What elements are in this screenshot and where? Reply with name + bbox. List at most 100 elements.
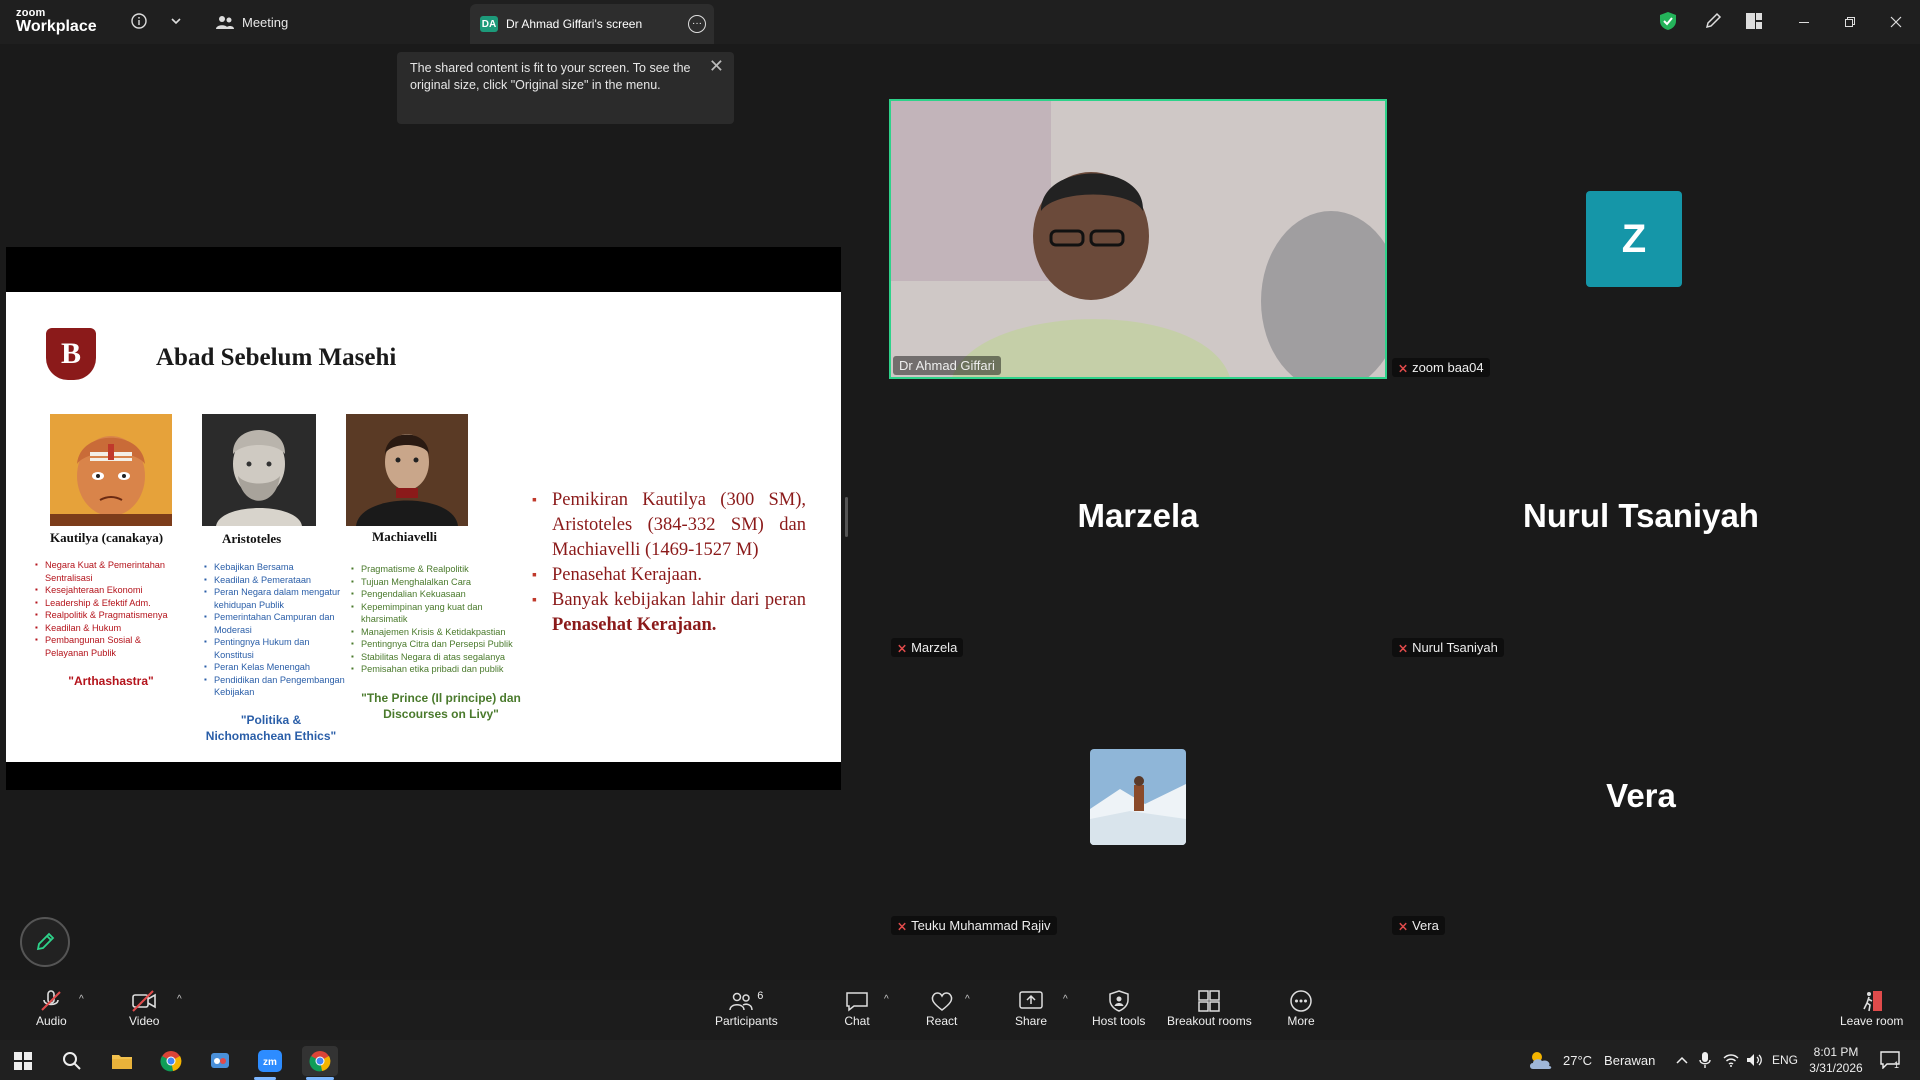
aristoteles-bullet: Peran Negara dalam mengatur kehidupan Pu… <box>204 586 350 611</box>
zoom-baa04-name-tag: ⨯ zoom baa04 <box>1392 358 1490 377</box>
notifications-icon[interactable]: 1 <box>1880 1040 1900 1080</box>
snipping-tool-icon[interactable] <box>202 1046 238 1076</box>
vera-tile[interactable]: Vera ⨯ Vera <box>1392 660 1890 936</box>
slide-logo: B <box>46 328 96 380</box>
video-button[interactable]: Video <box>129 988 159 1028</box>
react-options-caret-icon[interactable]: ^ <box>965 994 970 1005</box>
shared-screen-label: Dr Ahmad Giffari's screen <box>506 17 643 31</box>
speaker-name: Dr Ahmad Giffari <box>899 358 995 373</box>
tray-overflow-icon[interactable] <box>1675 1040 1689 1080</box>
participants-button[interactable]: 6 Participants <box>715 988 778 1028</box>
key-point: Banyak kebijakan lahir dari peran Penase… <box>532 588 806 638</box>
annotate-pen-icon[interactable] <box>1702 10 1724 32</box>
shield-check-icon[interactable] <box>1657 10 1679 32</box>
react-button[interactable]: React <box>926 988 957 1028</box>
view-layout-icon[interactable] <box>1743 10 1765 32</box>
restore-icon[interactable] <box>1838 10 1862 34</box>
kautilya-bullet: Pembangunan Sosial & Pelayanan Publik <box>35 634 180 659</box>
slide-key-points: Pemikiran Kautilya (300 SM), Aristoteles… <box>532 488 806 638</box>
wifi-icon[interactable] <box>1723 1040 1739 1080</box>
react-label: React <box>926 1014 958 1028</box>
participant-name: Vera <box>1412 918 1439 933</box>
share-label: Share <box>1015 1014 1048 1028</box>
participant-big-name: Nurul Tsaniyah <box>1523 497 1759 534</box>
zoom-baa04-tile[interactable]: Z ⨯ zoom baa04 <box>1392 99 1890 379</box>
split-divider[interactable] <box>845 497 848 537</box>
breakout-rooms-icon <box>1195 988 1223 1014</box>
participants-icon: 6 <box>716 988 776 1014</box>
share-options-caret-icon[interactable]: ^ <box>1063 994 1068 1005</box>
more-options-icon[interactable]: ··· <box>688 15 706 33</box>
close-icon[interactable] <box>1884 10 1908 34</box>
zoom-app-icon[interactable]: zm <box>252 1046 288 1076</box>
video-label: Video <box>129 1014 160 1028</box>
speaker-video-tile[interactable]: Dr Ahmad Giffari <box>889 99 1387 379</box>
share-screen-icon <box>1017 988 1045 1014</box>
aristoteles-portrait <box>202 414 316 526</box>
shared-screen-tab[interactable]: DA Dr Ahmad Giffari's screen ··· <box>470 4 714 44</box>
mic-muted-icon: ⨯ <box>897 918 908 933</box>
volume-icon[interactable] <box>1746 1040 1764 1080</box>
audio-options-caret-icon[interactable]: ^ <box>79 994 84 1005</box>
microphone-tray-icon[interactable] <box>1699 1040 1711 1080</box>
marzela-tile[interactable]: Marzela ⨯ Marzela <box>889 382 1387 658</box>
chrome-icon[interactable] <box>153 1046 189 1076</box>
breakout-rooms-button[interactable]: Breakout rooms <box>1167 988 1252 1028</box>
breakout-rooms-label: Breakout rooms <box>1167 1014 1252 1028</box>
participant-name: Teuku Muhammad Rajiv <box>911 918 1051 933</box>
participant-big-name: Vera <box>1606 777 1676 814</box>
participant-big-name: Marzela <box>1077 497 1199 534</box>
kautilya-portrait <box>50 414 172 526</box>
avatar: Z <box>1586 191 1682 287</box>
react-heart-icon <box>928 988 956 1014</box>
slide-title: Abad Sebelum Masehi <box>156 344 397 371</box>
tooltip-text: The shared content is fit to your screen… <box>410 61 691 92</box>
tooltip-close-icon[interactable]: ✕ <box>709 57 724 75</box>
fit-screen-tooltip: The shared content is fit to your screen… <box>397 52 734 124</box>
machiavelli-name: Machiavelli <box>372 529 437 544</box>
mic-muted-icon: ⨯ <box>897 640 908 655</box>
chevron-down-icon[interactable] <box>165 10 187 32</box>
input-language[interactable]: ENG <box>1772 1040 1798 1080</box>
people-icon <box>216 16 234 29</box>
search-icon[interactable] <box>54 1046 90 1076</box>
machiavelli-quote: "The Prince (Il principe) dan Discourses… <box>361 691 521 721</box>
sharer-initials-badge: DA <box>480 16 498 32</box>
minimize-icon[interactable] <box>1792 10 1816 34</box>
kautilya-bullets: Negara Kuat & Pemerintahan Sentralisasi … <box>35 559 180 659</box>
kautilya-bullet: Realpolitik & Pragmatismenya <box>35 609 180 622</box>
video-off-icon <box>130 988 158 1014</box>
shared-screen-area[interactable]: B Abad Sebelum Masehi Kautilya (canakaya… <box>6 247 841 790</box>
host-tools-label: Host tools <box>1092 1014 1146 1028</box>
host-shield-icon <box>1105 988 1133 1014</box>
slide-logo-letter: B <box>60 337 81 370</box>
annotate-float-button[interactable] <box>20 917 70 967</box>
file-explorer-icon[interactable] <box>104 1046 140 1076</box>
video-options-caret-icon[interactable]: ^ <box>177 994 182 1005</box>
logo-line2: Workplace <box>16 18 97 35</box>
chrome-active-icon[interactable] <box>302 1046 338 1076</box>
teuku-tile[interactable]: ⨯ Teuku Muhammad Rajiv <box>889 660 1387 936</box>
clock[interactable]: 8:01 PM 3/31/2026 <box>1806 1040 1866 1080</box>
notification-count: 1 <box>1894 1060 1900 1070</box>
leave-room-button[interactable]: Leave room <box>1840 988 1903 1028</box>
top-bar: zoom Workplace Meeting DA Dr Ahmad Giffa… <box>0 0 1920 44</box>
speaker-video <box>891 101 1385 377</box>
share-button[interactable]: Share <box>1015 988 1047 1028</box>
kautilya-bullet: Keadilan & Hukum <box>35 622 180 635</box>
kautilya-bullet: Negara Kuat & Pemerintahan Sentralisasi <box>35 559 180 584</box>
weather-widget[interactable]: 27°C Berawan <box>1527 1040 1655 1080</box>
meeting-button[interactable]: Meeting <box>216 8 288 36</box>
windows-start-icon[interactable] <box>5 1046 41 1076</box>
nurul-tile[interactable]: Nurul Tsaniyah ⨯ Nurul Tsaniyah <box>1392 382 1890 658</box>
more-button[interactable]: More <box>1287 988 1315 1028</box>
info-icon[interactable] <box>128 10 150 32</box>
participants-count: 6 <box>757 990 764 1002</box>
host-tools-button[interactable]: Host tools <box>1092 988 1145 1028</box>
audio-button[interactable]: Audio <box>36 988 67 1028</box>
chat-button[interactable]: Chat <box>843 988 871 1028</box>
chat-options-caret-icon[interactable]: ^ <box>884 994 889 1005</box>
machiavelli-bullet: Pemisahan etika pribadi dan publik <box>351 663 531 676</box>
kautilya-name: Kautilya (canakaya) <box>50 530 164 545</box>
leave-room-label: Leave room <box>1840 1014 1904 1028</box>
